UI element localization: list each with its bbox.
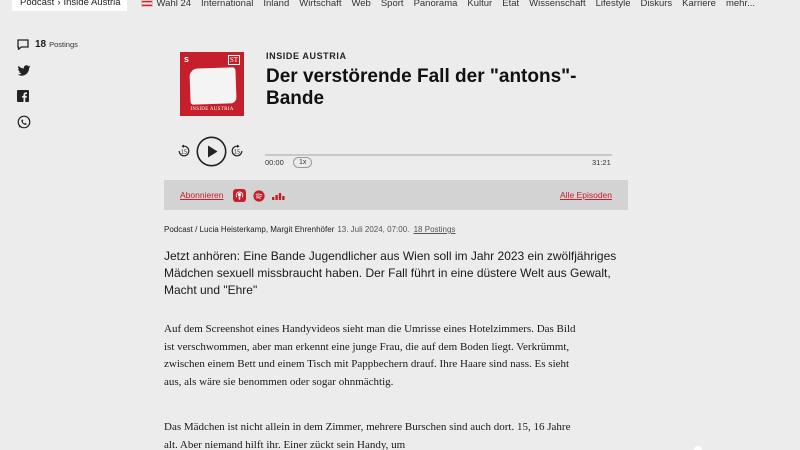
nav-item-wahl-24[interactable]: Wahl 24: [140, 0, 192, 9]
deezer-icon[interactable]: [272, 191, 285, 201]
article-paragraph: Das Mädchen ist nicht allein in dem Zimm…: [164, 421, 571, 450]
nav-item-lifestyle[interactable]: Lifestyle: [596, 0, 631, 9]
postings-label: Postings: [49, 39, 78, 49]
scroll-indicator[interactable]: [694, 446, 702, 450]
breadcrumb-section[interactable]: Podcast: [20, 0, 54, 8]
nav-item-label: Wahl 24: [156, 0, 192, 9]
podcast-cover: S ST INSIDE AUSTRIA: [180, 52, 244, 116]
twitter-icon[interactable]: [17, 65, 31, 77]
nav-item-inland[interactable]: Inland: [263, 0, 289, 9]
austria-flag-icon: [140, 0, 153, 7]
facebook-icon[interactable]: [17, 90, 29, 102]
playback-speed-button[interactable]: 1x: [293, 157, 313, 168]
platform-icons: [233, 189, 292, 202]
cover-title: INSIDE AUSTRIA: [190, 107, 234, 112]
cover-st-badge: ST: [227, 55, 240, 65]
svg-text:15: 15: [181, 150, 187, 156]
breadcrumb-separator: ›: [57, 0, 61, 8]
share-rail: 18 Postings: [17, 36, 97, 129]
subscribe-link[interactable]: Abonnieren: [180, 190, 223, 200]
rewind-icon[interactable]: 15: [177, 144, 191, 158]
postings-link-byline[interactable]: 18 Postings: [414, 225, 456, 234]
total-duration: 31:21: [592, 158, 611, 167]
nav-item-sport[interactable]: Sport: [381, 0, 404, 9]
forward-icon[interactable]: 15: [230, 144, 244, 158]
postings-link[interactable]: 18 Postings: [17, 36, 97, 52]
podcast-kicker: INSIDE AUSTRIA: [266, 51, 347, 61]
svg-text:15: 15: [234, 150, 240, 156]
nav-item-diskurs[interactable]: Diskurs: [641, 0, 673, 9]
nav-item-kultur[interactable]: Kultur: [467, 0, 492, 9]
spotify-icon[interactable]: [253, 189, 265, 202]
postings-count: 18: [35, 38, 47, 50]
cover-s-badge: S: [184, 56, 190, 64]
play-button[interactable]: [196, 136, 227, 167]
publish-date: 13. Juli 2024, 07:00.: [337, 225, 410, 234]
podcast-subscribe-bar: Abonnieren Alle Episoden: [164, 180, 628, 210]
nav-item-wirtschaft[interactable]: Wirtschaft: [299, 0, 341, 9]
whatsapp-icon[interactable]: [17, 115, 31, 129]
episode-title: Der verstörende Fall der "antons"-Bande: [266, 66, 577, 109]
nav-item-panorama[interactable]: Panorama: [414, 0, 458, 9]
top-navigation: Podcast › Inside Austria Wahl 24 Internati…: [0, 0, 800, 11]
current-time: 00:00: [265, 158, 284, 167]
comment-icon: [17, 38, 29, 50]
nav-item-etat[interactable]: Etat: [502, 0, 519, 9]
nav-item-karriere[interactable]: Karriere: [682, 0, 716, 9]
breadcrumb-current[interactable]: Inside Austria: [64, 0, 121, 8]
apple-podcasts-icon[interactable]: [233, 189, 246, 202]
nav-item-web[interactable]: Web: [351, 0, 370, 9]
byline: Podcast / Lucia Heisterkamp, Margit Ehre…: [164, 225, 455, 234]
article-paragraph: Auf dem Screenshot eines Handyvideos sie…: [164, 323, 576, 388]
breadcrumb: Podcast › Inside Austria: [12, 0, 127, 11]
progress-track[interactable]: [265, 154, 612, 156]
byline-authors: Podcast / Lucia Heisterkamp, Margit Ehre…: [164, 225, 335, 234]
nav-item-mehr[interactable]: mehr...: [726, 0, 755, 9]
nav-item-wissenschaft[interactable]: Wissenschaft: [529, 0, 586, 9]
nav-item-international[interactable]: International: [201, 0, 253, 9]
cover-paper-graphic: [189, 67, 237, 105]
all-episodes-link[interactable]: Alle Episoden: [560, 190, 612, 200]
article-lead: Jetzt anhören: Eine Bande Jugendlicher a…: [164, 249, 617, 297]
